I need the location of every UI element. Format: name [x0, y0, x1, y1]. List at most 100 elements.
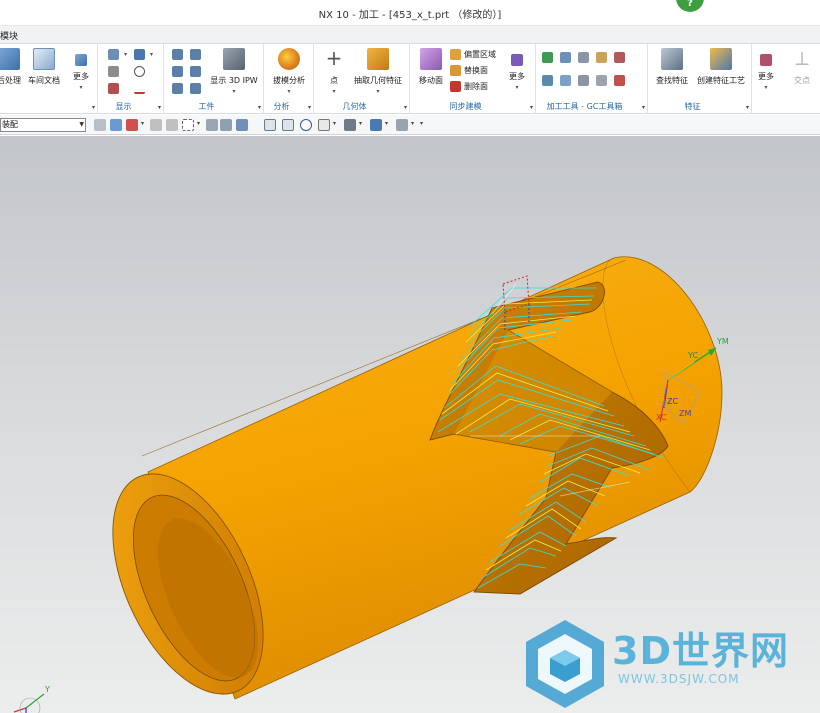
display-toolpath-icon — [108, 48, 119, 60]
display-path-button[interactable]: ▾ — [134, 47, 153, 61]
chevron-down-icon[interactable]: ▾ — [385, 120, 388, 127]
gc-tool-icon-10 — [614, 74, 625, 86]
offset-region-button[interactable]: 偏置区域 — [450, 47, 496, 61]
zoom-icon[interactable] — [282, 119, 294, 131]
group-label-display: 显示 — [115, 102, 132, 111]
toolbar-options-icon[interactable]: ▾ — [420, 120, 423, 127]
chevron-down-icon[interactable]: ▾ — [141, 120, 144, 127]
workpiece-tool-4[interactable] — [190, 64, 204, 78]
group-expand-icon[interactable]: ▾ — [404, 104, 407, 111]
chevron-down-icon: ▾ — [232, 88, 236, 95]
sync-more-button[interactable]: 更多 ▾ — [506, 48, 528, 91]
gc-tool-5[interactable] — [614, 50, 628, 64]
chevron-down-icon[interactable]: ▾ — [411, 120, 414, 127]
view-icon-2[interactable] — [220, 119, 232, 131]
orient-view-icon[interactable] — [318, 119, 330, 131]
workpiece-tool-6[interactable] — [190, 81, 204, 95]
intersection-button[interactable]: ⟂ 交点 — [788, 48, 816, 86]
pick-icon[interactable] — [166, 119, 178, 131]
gc-tool-7[interactable] — [560, 73, 574, 87]
find-feature-button[interactable]: 查找特征 — [652, 48, 692, 86]
display-target-button[interactable] — [134, 64, 148, 78]
chevron-down-icon: ▾ — [515, 84, 519, 91]
extract-geometry-icon — [367, 48, 389, 70]
ribbon-group-extra: 更多 ▾ ⟂ 交点 — [752, 44, 820, 114]
chevron-down-icon: ▼ — [79, 121, 84, 128]
shading-icon[interactable] — [370, 119, 382, 131]
fit-view-icon[interactable] — [264, 119, 276, 131]
group-expand-icon[interactable]: ▾ — [258, 104, 261, 111]
gc-tool-icon-2 — [560, 51, 571, 63]
gc-tool-2[interactable] — [560, 50, 574, 64]
group-expand-icon[interactable]: ▾ — [92, 104, 95, 111]
group-expand-icon[interactable]: ▾ — [642, 104, 645, 111]
draft-analysis-icon — [278, 48, 300, 70]
gc-tool-9[interactable] — [596, 73, 610, 87]
chevron-down-icon: ▾ — [764, 84, 768, 91]
replace-face-button[interactable]: 替换面 — [450, 63, 488, 77]
find-feature-icon — [661, 48, 683, 70]
delete-face-button[interactable]: 删除面 — [450, 79, 488, 93]
edit-section-icon[interactable] — [396, 119, 408, 131]
view-icon[interactable] — [206, 119, 218, 131]
offset-region-icon — [450, 48, 461, 60]
snap-icon[interactable] — [94, 119, 106, 131]
selection-toolbar: 装配 ▼ ▾ ▾ ▾ ▾ ▾ ▾ ▾ — [0, 115, 820, 135]
workpiece-tool-5[interactable] — [172, 81, 186, 95]
group-expand-icon[interactable]: ▾ — [308, 104, 311, 111]
extract-geometry-button[interactable]: 抽取几何特征 ▾ — [350, 48, 406, 95]
gc-tool-icon-3 — [578, 51, 589, 63]
tab-modules[interactable]: 模块 — [0, 29, 18, 42]
display-curve-button[interactable] — [134, 81, 148, 95]
show-3d-ipw-button[interactable]: 显示 3D IPW ▾ — [208, 48, 260, 95]
filter-icon[interactable] — [110, 119, 122, 131]
ribbon-group-output: 后处理 车间文档 更多 ▾ ▾ — [0, 44, 98, 114]
display-shaded-button[interactable] — [108, 81, 122, 95]
point-button[interactable]: + 点 ▾ — [322, 48, 346, 95]
gc-tool-icon-8 — [578, 74, 589, 86]
gc-tool-10[interactable] — [614, 73, 628, 87]
move-face-button[interactable]: 移动面 — [414, 48, 448, 86]
group-expand-icon[interactable]: ▾ — [746, 104, 749, 111]
shop-doc-icon — [33, 48, 55, 70]
selection-scope-dropdown[interactable]: 装配 ▼ — [0, 118, 86, 132]
display-layers-button[interactable] — [108, 64, 122, 78]
gc-tool-icon-9 — [596, 74, 607, 86]
chevron-down-icon[interactable]: ▾ — [333, 120, 336, 127]
gc-tool-icon-4 — [596, 51, 607, 63]
box-select-icon[interactable] — [182, 119, 194, 131]
rotate-icon[interactable] — [300, 119, 312, 131]
watermark-title: 3D世界网 — [612, 629, 789, 673]
more-button[interactable]: 更多 ▾ — [70, 48, 92, 91]
graphics-viewport[interactable]: YM YC ZC XC ZM Y 3D世界网 WWW.3DSJW.COM — [0, 136, 820, 713]
chevron-down-icon[interactable]: ▾ — [197, 120, 200, 127]
gc-tool-1[interactable] — [542, 50, 556, 64]
create-feature-process-button[interactable]: 创建特征工艺 — [694, 48, 748, 86]
gc-tool-4[interactable] — [596, 50, 610, 64]
cursor-icon[interactable] — [150, 119, 162, 131]
shop-doc-button[interactable]: 车间文档 — [26, 48, 62, 86]
gc-tool-3[interactable] — [578, 50, 592, 64]
postprocess-button[interactable]: 后处理 — [0, 48, 24, 86]
site-watermark: 3D世界网 WWW.3DSJW.COM — [520, 614, 820, 713]
workpiece-tool-2[interactable] — [190, 47, 204, 61]
intersection-icon: ⟂ — [795, 46, 809, 70]
chevron-down-icon: ▾ — [287, 88, 291, 95]
title-bar: NX 10 - 加工 - [453_x_t.prt （修改的）] ? — [0, 0, 820, 26]
gc-tool-6[interactable] — [542, 73, 556, 87]
chevron-down-icon[interactable]: ▾ — [359, 120, 362, 127]
delete-face-icon — [450, 80, 461, 92]
gc-tool-8[interactable] — [578, 73, 592, 87]
workpiece-tool-1[interactable] — [172, 47, 186, 61]
draft-analysis-button[interactable]: 拔模分析 ▾ — [268, 48, 310, 95]
group-expand-icon[interactable]: ▾ — [530, 104, 533, 111]
display-toolpath-button[interactable]: ▾ — [108, 47, 127, 61]
workpiece-tool-3[interactable] — [172, 64, 186, 78]
more-button-2[interactable]: 更多 ▾ — [754, 48, 778, 91]
select-face-icon[interactable] — [126, 119, 138, 131]
group-label-feature: 特征 — [684, 102, 701, 111]
group-expand-icon[interactable]: ▾ — [158, 104, 161, 111]
more-icon-2 — [760, 54, 772, 66]
render-style-icon[interactable] — [344, 119, 356, 131]
view-icon-3[interactable] — [236, 119, 248, 131]
